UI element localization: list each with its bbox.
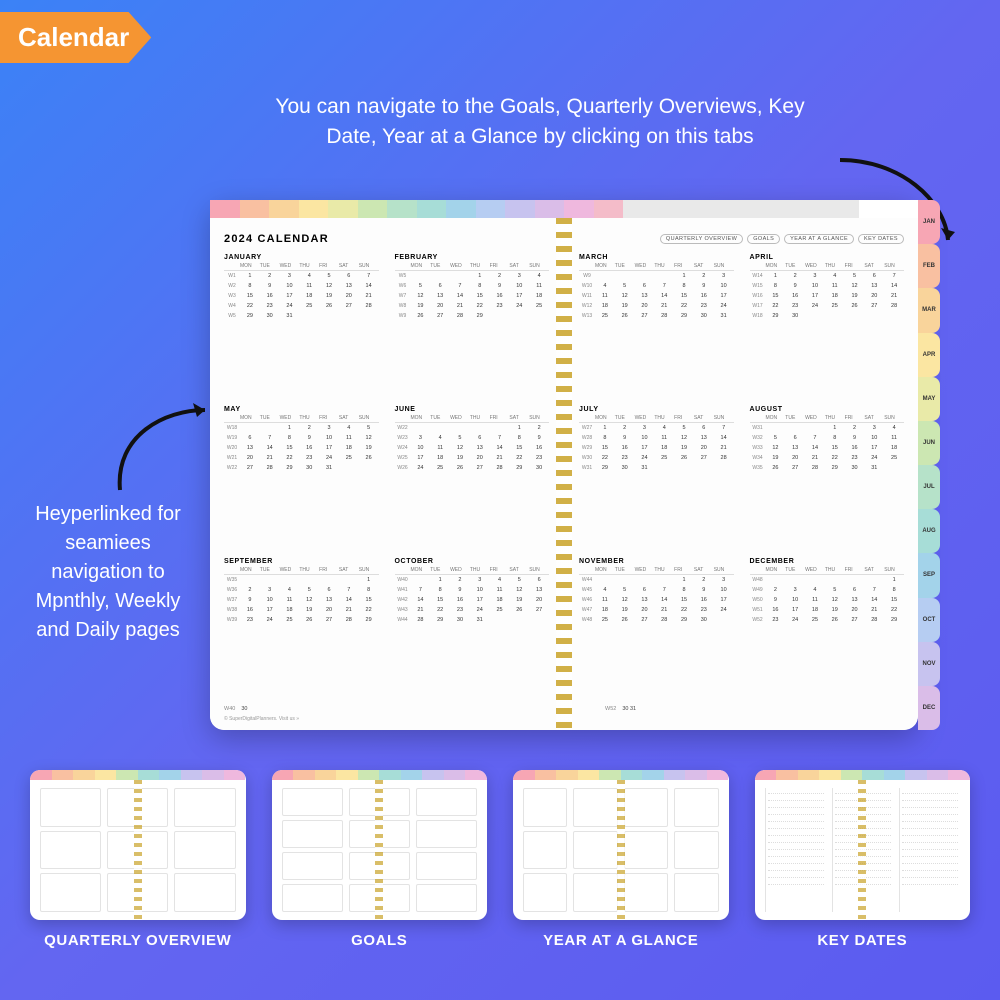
month-tab-dec[interactable]: DEC	[918, 686, 940, 730]
top-tab[interactable]	[889, 200, 919, 218]
nav-button[interactable]: YEAR AT A GLANCE	[784, 234, 854, 244]
month-tabs[interactable]: JANFEBMARAPRMAYJUNJULAUGSEPOCTNOVDEC	[918, 200, 940, 730]
calendar-title: 2024 CALENDAR	[224, 233, 329, 245]
side-note: Heyperlinked for seamiees navigation to …	[28, 500, 188, 645]
top-tab[interactable]	[623, 200, 653, 218]
top-tab[interactable]	[653, 200, 683, 218]
thumb-label: KEY DATES	[817, 932, 907, 949]
month-tab-apr[interactable]: APR	[918, 333, 940, 377]
top-tab[interactable]	[682, 200, 712, 218]
thumb-label: GOALS	[351, 932, 407, 949]
thumbnail-row: QUARTERLY OVERVIEW GOALS YEAR AT A GLANCE K…	[30, 770, 970, 949]
top-tab[interactable]	[741, 200, 771, 218]
month-tab-jul[interactable]: JUL	[918, 465, 940, 509]
month-tab-oct[interactable]: OCT	[918, 598, 940, 642]
top-tab[interactable]	[771, 200, 801, 218]
top-tab[interactable]	[417, 200, 447, 218]
top-tab[interactable]	[564, 200, 594, 218]
top-tab[interactable]	[358, 200, 388, 218]
month-tab-jan[interactable]: JAN	[918, 200, 940, 244]
month-tab-mar[interactable]: MAR	[918, 288, 940, 332]
month-february[interactable]: FEBRUARYMONTUEWEDTHUFRISATSUNW51234W6567…	[395, 254, 550, 400]
month-september[interactable]: SEPTEMBERMONTUEWEDTHUFRISATSUNW351W36234…	[224, 558, 379, 704]
month-march[interactable]: MARCHMONTUEWEDTHUFRISATSUNW9123W10456789…	[579, 254, 734, 400]
month-may[interactable]: MAYMONTUEWEDTHUFRISATSUNW1812345W1967891…	[224, 406, 379, 552]
month-december[interactable]: DECEMBERMONTUEWEDTHUFRISATSUNW481W492345…	[750, 558, 905, 704]
nav-button[interactable]: KEY DATES	[858, 234, 904, 244]
thumb-quarterly-overview[interactable]: QUARTERLY OVERVIEW	[30, 770, 246, 949]
thumb-key-dates[interactable]: KEY DATES	[755, 770, 971, 949]
month-june[interactable]: JUNEMONTUEWEDTHUFRISATSUNW2212W233456789…	[395, 406, 550, 552]
thumb-year-at-a-glance[interactable]: YEAR AT A GLANCE	[513, 770, 729, 949]
calendar-badge: Calendar	[0, 12, 151, 63]
top-tab[interactable]	[800, 200, 830, 218]
month-tab-nov[interactable]: NOV	[918, 642, 940, 686]
top-tab[interactable]	[387, 200, 417, 218]
top-tab[interactable]	[712, 200, 742, 218]
top-tab[interactable]	[535, 200, 565, 218]
top-tab[interactable]	[476, 200, 506, 218]
top-tab[interactable]	[830, 200, 860, 218]
month-tab-sep[interactable]: SEP	[918, 553, 940, 597]
top-tab[interactable]	[328, 200, 358, 218]
thumb-label: QUARTERLY OVERVIEW	[44, 932, 231, 949]
months-right[interactable]: MARCHMONTUEWEDTHUFRISATSUNW9123W10456789…	[579, 254, 904, 704]
thumb-goals[interactable]: GOALS	[272, 770, 488, 949]
top-tab[interactable]	[859, 200, 889, 218]
month-tab-aug[interactable]: AUG	[918, 509, 940, 553]
top-tab[interactable]	[505, 200, 535, 218]
top-tab[interactable]	[269, 200, 299, 218]
top-tab[interactable]	[210, 200, 240, 218]
month-august[interactable]: AUGUSTMONTUEWEDTHUFRISATSUNW311234W32567…	[750, 406, 905, 552]
nav-button[interactable]: QUARTERLY OVERVIEW	[660, 234, 743, 244]
footer-credit: © SuperDigitalPlanners. Visit us »	[224, 716, 549, 722]
top-instruction: You can navigate to the Goals, Quarterly…	[260, 92, 820, 153]
top-tab[interactable]	[240, 200, 270, 218]
month-tab-feb[interactable]: FEB	[918, 244, 940, 288]
month-november[interactable]: NOVEMBERMONTUEWEDTHUFRISATSUNW44123W4545…	[579, 558, 734, 704]
nav-buttons[interactable]: QUARTERLY OVERVIEW GOALS YEAR AT A GLANCE K…	[660, 234, 904, 244]
thumb-label: YEAR AT A GLANCE	[543, 932, 698, 949]
top-tab[interactable]	[299, 200, 329, 218]
top-tabs[interactable]	[210, 200, 918, 218]
month-tab-jun[interactable]: JUN	[918, 421, 940, 465]
top-tab[interactable]	[594, 200, 624, 218]
month-october[interactable]: OCTOBERMONTUEWEDTHUFRISATSUNW40123456W41…	[395, 558, 550, 704]
month-april[interactable]: APRILMONTUEWEDTHUFRISATSUNW141234567W158…	[750, 254, 905, 400]
planner-spread: 2024 CALENDAR JANUARYMONTUEWEDTHUFRISATS…	[210, 200, 918, 730]
top-tab[interactable]	[446, 200, 476, 218]
arrow-to-calendar	[105, 405, 225, 510]
month-january[interactable]: JANUARYMONTUEWEDTHUFRISATSUNW11234567W28…	[224, 254, 379, 400]
month-tab-may[interactable]: MAY	[918, 377, 940, 421]
month-july[interactable]: JULYMONTUEWEDTHUFRISATSUNW271234567W2889…	[579, 406, 734, 552]
months-left[interactable]: JANUARYMONTUEWEDTHUFRISATSUNW11234567W28…	[224, 254, 549, 704]
nav-button[interactable]: GOALS	[747, 234, 780, 244]
